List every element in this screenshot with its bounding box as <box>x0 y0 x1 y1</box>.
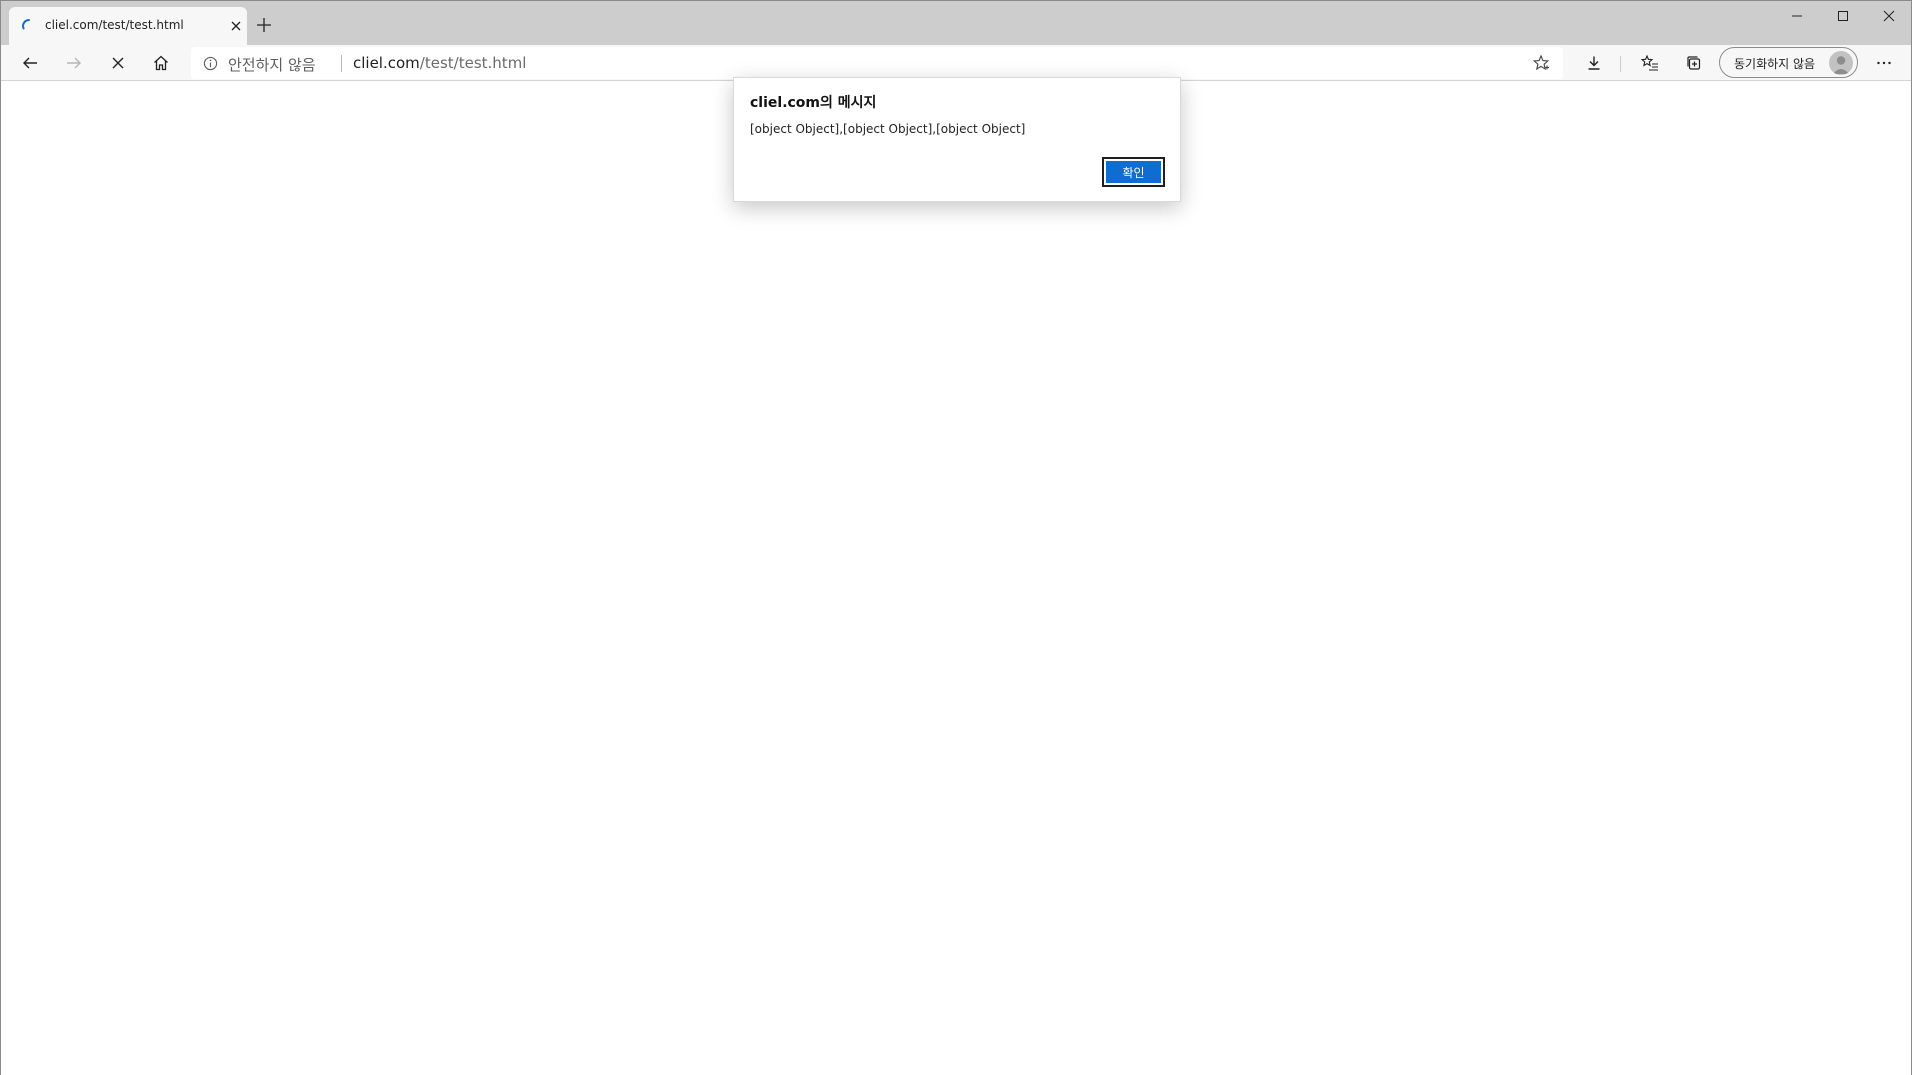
browser-window: cliel.com/test/test.html 안전하지 않음 cliel.c… <box>0 0 1912 1075</box>
new-tab-icon[interactable] <box>254 15 274 35</box>
window-close-button[interactable] <box>1866 1 1912 31</box>
favorites-list-icon <box>1640 54 1658 71</box>
browser-toolbar: 안전하지 않음 cliel.com/test/test.html 동기화하지 않… <box>1 45 1911 81</box>
back-button[interactable] <box>15 49 45 77</box>
close-icon <box>1883 10 1895 22</box>
settings-more-button[interactable] <box>1869 49 1899 77</box>
minimize-icon <box>1792 15 1802 17</box>
alert-dialog: cliel.com의 메시지 [object Object],[object O… <box>733 77 1181 202</box>
more-dots-icon <box>1877 61 1891 65</box>
add-favorite-star-icon[interactable] <box>1532 54 1550 72</box>
url-host: cliel.com <box>353 54 420 72</box>
maximize-button[interactable] <box>1820 1 1866 31</box>
arrow-left-icon <box>23 57 37 69</box>
forward-button[interactable] <box>59 49 89 77</box>
tab-strip: cliel.com/test/test.html <box>1 1 1911 45</box>
close-tab-icon[interactable] <box>227 17 245 35</box>
dialog-ok-label: 확인 <box>1106 161 1161 183</box>
home-icon <box>154 55 168 71</box>
info-icon[interactable] <box>203 56 218 71</box>
stop-x-icon <box>112 57 124 69</box>
dialog-ok-button[interactable]: 확인 <box>1102 157 1165 187</box>
address-bar[interactable]: 안전하지 않음 cliel.com/test/test.html <box>191 47 1563 79</box>
sync-status-label: 동기화하지 않음 <box>1734 57 1816 71</box>
url-text[interactable]: cliel.com/test/test.html <box>353 54 526 72</box>
minimize-button[interactable] <box>1774 1 1820 31</box>
security-status[interactable]: 안전하지 않음 <box>228 54 316 75</box>
address-separator <box>341 55 342 72</box>
tab-title: cliel.com/test/test.html <box>45 18 184 32</box>
toolbar-divider <box>1620 56 1621 72</box>
favorites-button[interactable] <box>1635 49 1665 77</box>
dialog-message: [object Object],[object Object],[object … <box>750 122 1026 136</box>
home-button[interactable] <box>146 49 176 77</box>
page-content <box>1 82 1911 1075</box>
arrow-right-icon <box>67 57 81 69</box>
tab-active[interactable]: cliel.com/test/test.html <box>9 7 247 45</box>
downloads-button[interactable] <box>1579 49 1609 77</box>
stop-loading-button[interactable] <box>103 49 133 77</box>
maximize-icon <box>1838 11 1848 21</box>
profile-sync-button[interactable]: 동기화하지 않음 <box>1719 47 1858 78</box>
dialog-title: cliel.com의 메시지 <box>750 95 877 111</box>
collections-button[interactable] <box>1679 49 1709 77</box>
collections-icon <box>1687 56 1701 70</box>
url-path: /test/test.html <box>419 54 527 72</box>
avatar <box>1829 51 1853 75</box>
loading-spinner-icon <box>22 19 30 30</box>
person-icon <box>1833 56 1849 74</box>
download-icon <box>1588 56 1600 70</box>
